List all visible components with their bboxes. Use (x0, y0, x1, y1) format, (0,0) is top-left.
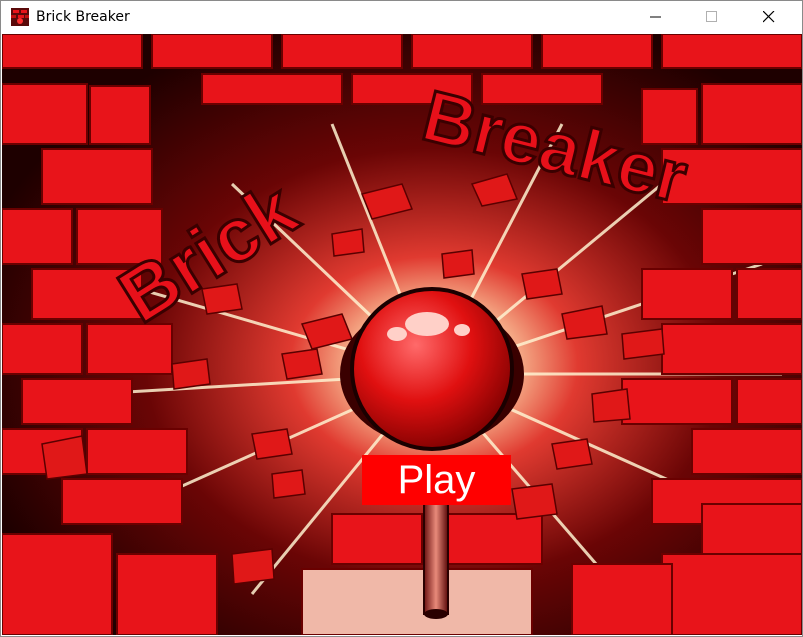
play-button[interactable]: Play (362, 455, 511, 505)
maximize-icon (706, 11, 717, 22)
app-icon (11, 8, 29, 26)
title-bar[interactable]: Brick Breaker (1, 1, 802, 34)
game-window: Brick Breaker Brick Breaker Play (0, 0, 803, 637)
close-button[interactable] (746, 1, 792, 33)
window-title: Brick Breaker (36, 9, 130, 25)
game-canvas[interactable]: Brick Breaker Play (2, 34, 802, 635)
minimize-icon (650, 16, 661, 18)
paddle-pipe (423, 503, 449, 615)
maximize-button[interactable] (689, 1, 735, 33)
close-icon (763, 11, 775, 23)
title-screen-artwork: Brick Breaker (2, 34, 802, 635)
minimize-button[interactable] (633, 1, 679, 33)
